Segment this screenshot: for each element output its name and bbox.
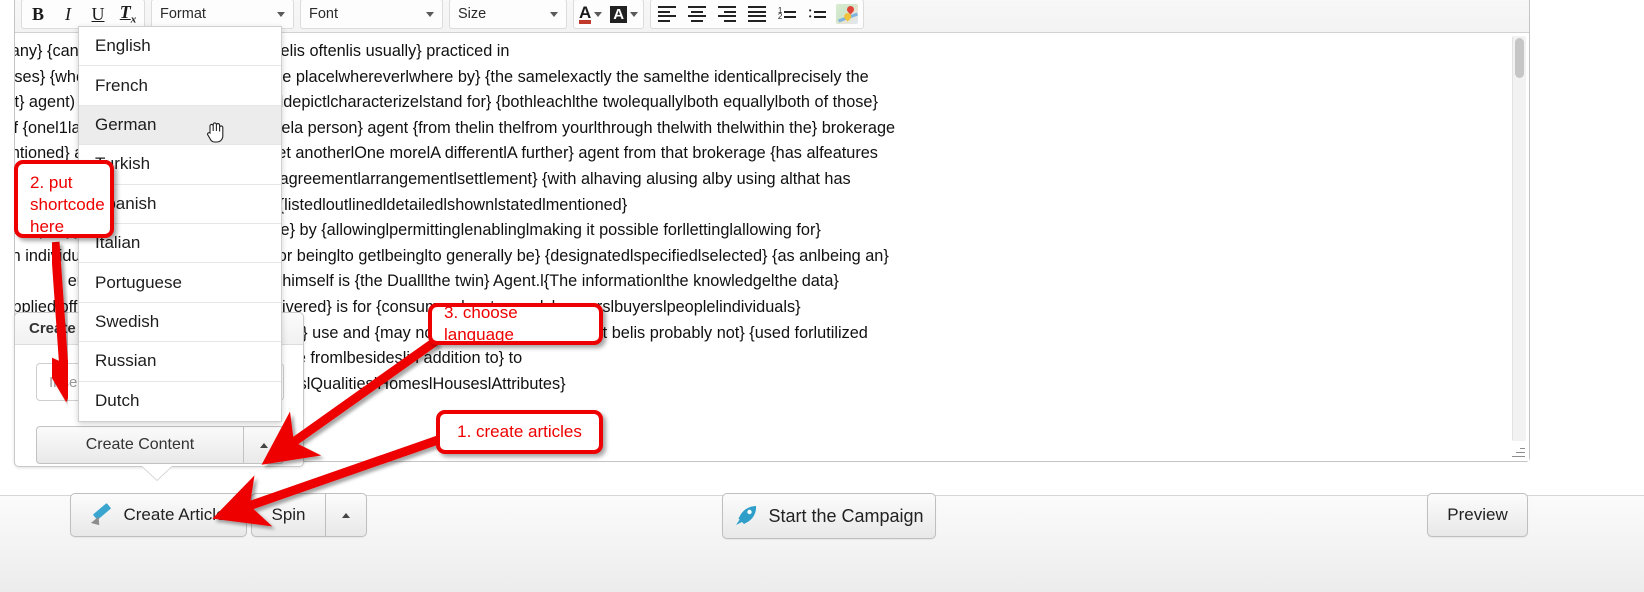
- pencil-icon: [91, 504, 113, 526]
- start-campaign-label: Start the Campaign: [768, 505, 924, 526]
- editor-vertical-scrollbar[interactable]: [1512, 36, 1526, 441]
- font-dropdown-label: Font: [309, 6, 339, 22]
- preview-label: Preview: [1447, 505, 1508, 524]
- language-option-swedish[interactable]: Swedish: [79, 303, 281, 343]
- insert-image-button[interactable]: [832, 1, 862, 27]
- remove-format-icon: Tx: [119, 2, 137, 26]
- start-campaign-button[interactable]: Start the Campaign: [722, 493, 936, 539]
- toolbar-group-paragraph: 12 • •: [650, 0, 865, 29]
- language-option-dutch[interactable]: Dutch: [79, 382, 281, 421]
- create-content-split-button: Create Content: [36, 426, 284, 464]
- text-color-icon: A: [579, 2, 592, 24]
- chevron-down-icon: [550, 11, 558, 17]
- language-option-english[interactable]: English: [79, 27, 281, 67]
- create-content-dropdown-toggle[interactable]: [244, 426, 284, 464]
- background-color-icon: A: [610, 5, 628, 23]
- toolbar-group-colors: A A: [573, 0, 645, 29]
- toolbar-group-font-select: Font: [300, 0, 443, 29]
- size-dropdown[interactable]: Size: [451, 1, 565, 27]
- font-dropdown[interactable]: Font: [302, 1, 441, 27]
- bullet-list-button[interactable]: • •: [802, 1, 832, 27]
- chevron-down-icon: [594, 11, 603, 17]
- size-dropdown-label: Size: [458, 6, 487, 22]
- underline-button[interactable]: U: [83, 1, 113, 27]
- popover-tail: [142, 466, 172, 480]
- app-window: B I U Tx Format Font Size A A 1 2 • • an…: [0, 0, 1644, 592]
- toolbar-group-basic-formatting: B I U Tx: [21, 0, 145, 29]
- annotation-2-shortcode: 2. put shortcode here: [14, 160, 114, 238]
- chevron-down-icon: [277, 11, 285, 17]
- align-center-icon: [688, 4, 707, 25]
- align-left-icon: [658, 4, 677, 25]
- language-option-french[interactable]: French: [79, 66, 281, 106]
- toolbar-group-size-select: Size: [449, 0, 567, 29]
- numbered-list-icon: 12: [778, 7, 797, 21]
- chevron-down-icon: [426, 11, 434, 17]
- underline-icon: U: [91, 3, 105, 24]
- italic-button[interactable]: I: [53, 1, 83, 27]
- create-article-button[interactable]: Create Article: [70, 493, 247, 537]
- chevron-up-icon: [259, 442, 268, 448]
- chevron-up-icon: [342, 512, 350, 518]
- align-justify-button[interactable]: [742, 1, 772, 27]
- scrollbar-thumb[interactable]: [1515, 38, 1524, 78]
- background-color-button[interactable]: A: [606, 1, 642, 27]
- language-option-russian[interactable]: Russian: [79, 342, 281, 382]
- language-option-portuguese[interactable]: Portuguese: [79, 263, 281, 303]
- bullet-list-icon: • •: [809, 7, 826, 21]
- align-center-button[interactable]: [682, 1, 712, 27]
- annotation-3-language: 3. choose language: [428, 303, 603, 345]
- remove-format-button[interactable]: Tx: [113, 1, 143, 27]
- italic-icon: I: [65, 3, 71, 24]
- language-option-german[interactable]: German: [79, 105, 281, 146]
- annotation-1-create-articles: 1. create articles: [436, 410, 603, 454]
- rocket-icon: [736, 506, 757, 525]
- format-dropdown-label: Format: [160, 6, 206, 22]
- chevron-down-icon: [630, 11, 639, 17]
- spin-button[interactable]: Spin: [251, 493, 326, 537]
- align-justify-icon: [748, 4, 767, 25]
- bold-icon: B: [31, 3, 44, 24]
- preview-button[interactable]: Preview: [1427, 493, 1528, 537]
- align-right-button[interactable]: [712, 1, 742, 27]
- align-right-icon: [718, 4, 737, 25]
- format-dropdown[interactable]: Format: [153, 1, 292, 27]
- bold-button[interactable]: B: [23, 1, 53, 27]
- spin-dropdown-toggle[interactable]: [326, 493, 367, 537]
- align-left-button[interactable]: [652, 1, 682, 27]
- image-map-icon: [836, 4, 859, 24]
- numbered-list-button[interactable]: 12: [772, 1, 802, 27]
- spin-label: Spin: [271, 505, 306, 524]
- create-article-label: Create Article: [123, 505, 226, 524]
- editor-resize-handle[interactable]: [1511, 444, 1525, 458]
- create-content-button[interactable]: Create Content: [36, 426, 244, 464]
- toolbar-group-format-select: Format: [151, 0, 294, 29]
- text-color-button[interactable]: A: [575, 1, 606, 27]
